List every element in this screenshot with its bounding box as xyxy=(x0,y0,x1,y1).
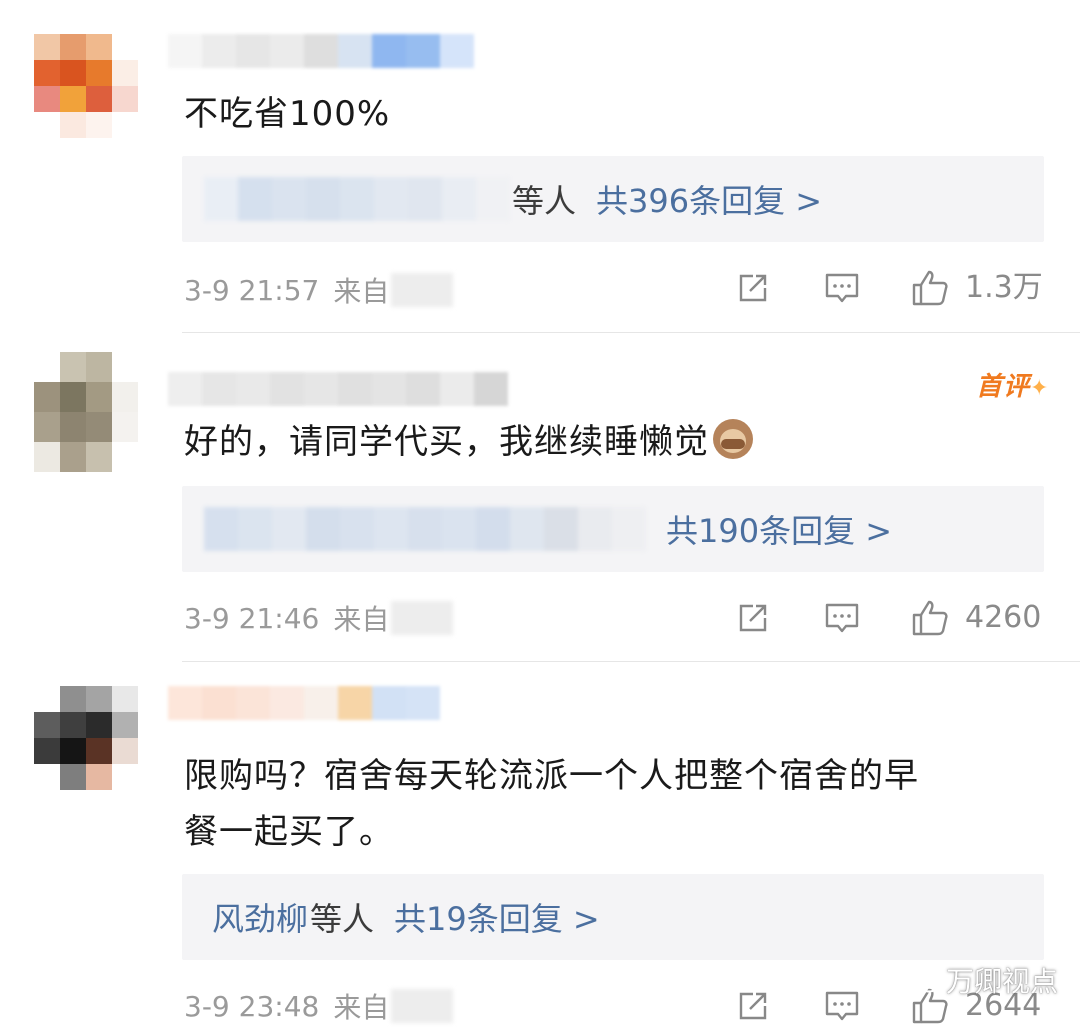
source-blurred xyxy=(391,989,454,1023)
reply-user-link[interactable]: 风劲柳 xyxy=(212,894,308,940)
timestamp: 3-9 21:46 xyxy=(184,601,320,635)
reply-others: 等人 xyxy=(512,182,577,220)
see-no-evil-monkey-icon xyxy=(713,419,753,459)
source-label: 来自 xyxy=(333,991,390,1024)
comment-icon[interactable] xyxy=(824,270,860,306)
like-icon[interactable] xyxy=(910,598,950,638)
reply-others: 等人 xyxy=(310,900,375,938)
reply-summary[interactable]: 风劲柳 等人 共19条回复 > xyxy=(182,874,1044,960)
source-blurred xyxy=(391,601,454,635)
wechat-icon xyxy=(906,966,940,993)
source-blurred xyxy=(391,273,454,307)
comment-meta: 3-9 21:46 来自 xyxy=(184,598,454,638)
like-icon[interactable] xyxy=(910,268,950,308)
reply-count-link[interactable]: 共19条回复 > xyxy=(394,894,600,940)
username-blurred[interactable] xyxy=(168,686,440,720)
reply-users-blurred xyxy=(204,177,510,221)
timestamp: 3-9 21:57 xyxy=(184,273,320,307)
source-label: 来自 xyxy=(333,603,390,636)
comment-icon[interactable] xyxy=(824,600,860,636)
share-icon[interactable] xyxy=(735,988,771,1024)
comment-actions: 4260 xyxy=(730,598,1045,638)
timestamp: 3-9 23:48 xyxy=(184,989,320,1023)
reply-summary[interactable]: 等人 共396条回复 > xyxy=(182,156,1044,242)
reply-summary[interactable]: 共190条回复 > xyxy=(182,486,1044,572)
comment-actions: 1.3万 xyxy=(730,268,1045,308)
divider xyxy=(182,661,1080,662)
source-label: 来自 xyxy=(333,275,390,308)
divider xyxy=(182,332,1080,333)
reply-count-link[interactable]: 共190条回复 > xyxy=(666,506,892,552)
comment-text: 不吃省100% xyxy=(184,94,391,134)
comment-meta: 3-9 23:48 来自 xyxy=(184,986,454,1026)
username-blurred[interactable] xyxy=(168,34,474,68)
watermark: 万卿视点 xyxy=(906,960,1058,1000)
reply-users-blurred xyxy=(204,507,646,551)
comment-text: 好的，请同学代买，我继续睡懒觉 xyxy=(184,414,753,470)
avatar[interactable] xyxy=(34,34,138,138)
comment-text: 限购吗？宿舍每天轮流派一个人把整个宿舍的早 餐一起买了。 xyxy=(184,756,919,852)
comment-icon[interactable] xyxy=(824,988,860,1024)
like-count: 1.3万 xyxy=(965,270,1043,305)
username-blurred[interactable] xyxy=(168,372,508,406)
avatar[interactable] xyxy=(34,352,138,474)
first-comment-badge: 首评✦ xyxy=(976,372,1050,402)
avatar[interactable] xyxy=(34,686,138,790)
share-icon[interactable] xyxy=(735,600,771,636)
like-count: 4260 xyxy=(965,600,1042,635)
share-icon[interactable] xyxy=(735,270,771,306)
watermark-text: 万卿视点 xyxy=(946,965,1059,998)
reply-count-link[interactable]: 共396条回复 > xyxy=(596,176,822,222)
comment-meta: 3-9 21:57 来自 xyxy=(184,270,454,310)
